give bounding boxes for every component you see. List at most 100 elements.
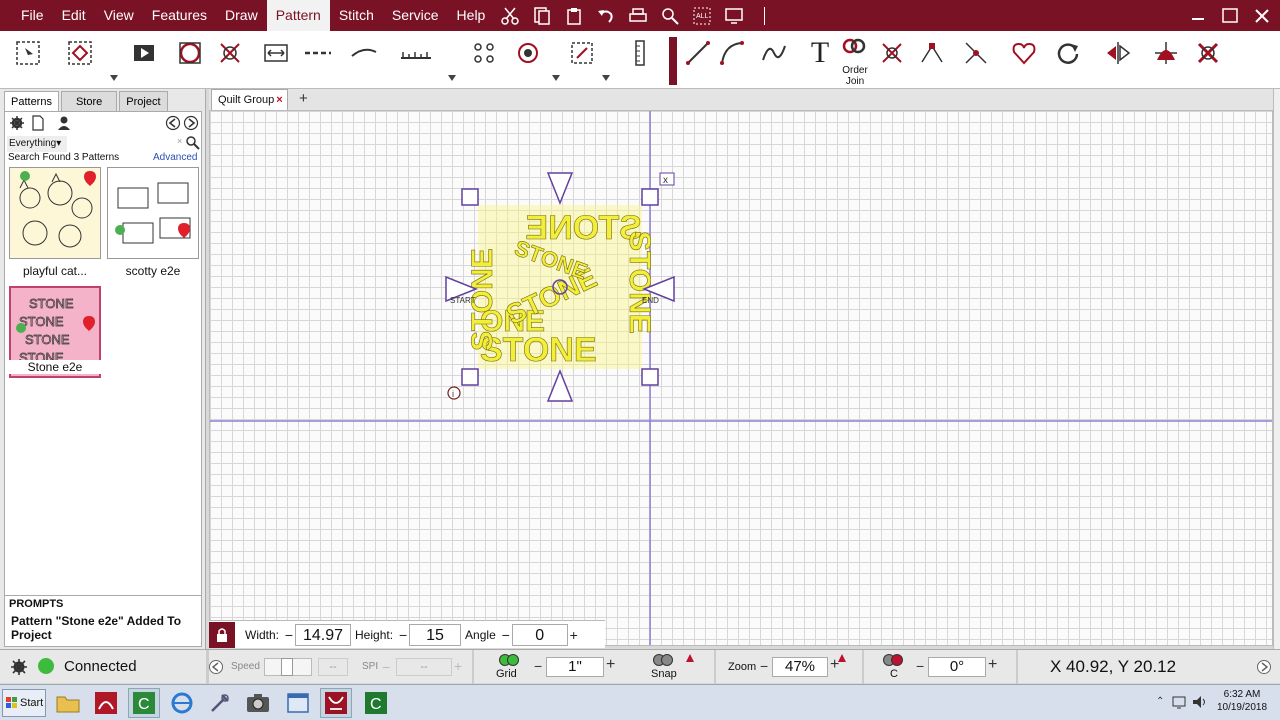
angle-decrease-button[interactable]: − (500, 627, 512, 643)
window-icon[interactable] (282, 688, 314, 718)
node-edit-icon[interactable] (914, 35, 950, 71)
split-icon[interactable] (958, 35, 994, 71)
dropdown-arrow-icon[interactable] (602, 75, 610, 81)
order-join-icon[interactable] (836, 31, 872, 61)
bell-shape-icon[interactable] (1148, 35, 1184, 71)
tab-quilt-group[interactable]: Quilt Group × (211, 89, 288, 110)
spi-decrease-button[interactable]: − (382, 659, 390, 675)
filter-select[interactable]: Everything▾ (7, 136, 67, 152)
network-icon[interactable] (1172, 695, 1188, 709)
camera-icon[interactable] (242, 688, 274, 718)
undo-icon[interactable] (592, 2, 620, 30)
height-field[interactable]: 15 (409, 623, 462, 646)
collapse-left-icon[interactable] (208, 659, 224, 675)
grid-icon[interactable] (498, 653, 520, 667)
search-input[interactable] (69, 136, 179, 152)
menu-stitch[interactable]: Stitch (330, 0, 383, 31)
spi-increase-button[interactable]: + (454, 658, 462, 674)
width-field[interactable]: 14.97 (295, 623, 352, 646)
convert-icon[interactable] (874, 35, 910, 71)
start-button[interactable]: Start (2, 689, 46, 717)
play-sequence-icon[interactable] (126, 35, 162, 71)
rotate-icon[interactable] (1050, 35, 1086, 71)
rotation-increase-button[interactable]: + (988, 656, 997, 674)
recorder-app-icon[interactable]: C (128, 688, 160, 718)
advanced-link[interactable]: Advanced (153, 152, 197, 163)
mirror-pattern-icon[interactable] (212, 35, 248, 71)
user-icon[interactable] (57, 115, 75, 131)
wreath-pattern-icon[interactable] (510, 35, 546, 71)
tray-expand-icon[interactable]: ⌃ (1156, 696, 1164, 707)
rotation-field[interactable]: 0° (928, 657, 986, 677)
select-tool-icon[interactable] (10, 35, 46, 71)
repeat-pattern-icon[interactable] (466, 35, 502, 71)
select-pattern-icon[interactable] (62, 35, 98, 71)
snap-icon[interactable] (652, 653, 674, 667)
grid-size-field[interactable]: 1" (546, 657, 604, 677)
close-window-button[interactable] (1246, 0, 1278, 31)
lock-icon[interactable] (209, 621, 235, 648)
dropdown-arrow-icon[interactable] (110, 75, 118, 81)
tools-icon[interactable] (204, 688, 236, 718)
gear-icon[interactable] (9, 115, 25, 131)
menu-view[interactable]: View (95, 0, 143, 31)
print-icon[interactable] (624, 2, 652, 30)
dashed-line-icon[interactable] (300, 35, 336, 71)
clear-search-icon[interactable]: × (177, 136, 182, 146)
copy-icon[interactable] (528, 2, 556, 30)
rotation-icon[interactable] (882, 653, 904, 667)
quilting-app-active-icon[interactable] (320, 688, 352, 718)
tab-store[interactable]: Store (60, 91, 118, 111)
refresh-pattern-icon[interactable] (172, 35, 208, 71)
angle-increase-button[interactable]: + (568, 627, 580, 643)
line-tool-icon[interactable] (680, 35, 716, 71)
tab-patterns[interactable]: Patterns (4, 91, 59, 111)
zoom-icon[interactable] (656, 2, 684, 30)
snap-up-icon[interactable] (686, 654, 694, 662)
speed-slider-thumb[interactable] (281, 658, 293, 676)
zoom-field[interactable]: 47% (772, 657, 828, 677)
stone-pattern[interactable]: STONE STONE ONE STONE STONE STONE STONE (466, 205, 656, 369)
zoom-all-icon[interactable]: ALL (688, 2, 716, 30)
new-document-icon[interactable] (31, 115, 45, 131)
height-decrease-button[interactable]: − (397, 627, 409, 643)
quilting-app-icon[interactable] (90, 688, 122, 718)
speed-slider[interactable] (264, 658, 312, 676)
internet-explorer-icon[interactable] (166, 688, 198, 718)
measure-icon[interactable] (622, 35, 658, 71)
settings-gear-icon[interactable] (10, 658, 28, 676)
grid-increase-button[interactable]: + (606, 656, 615, 674)
rotation-decrease-button[interactable]: − (916, 658, 924, 674)
file-explorer-icon[interactable] (52, 688, 84, 718)
angle-field[interactable]: 0 (511, 623, 568, 646)
info-icon[interactable] (447, 386, 461, 400)
menu-service[interactable]: Service (383, 0, 448, 31)
arc-tool-icon[interactable] (714, 35, 750, 71)
close-tab-icon[interactable]: × (276, 94, 282, 106)
camtasia-icon[interactable]: C (360, 688, 392, 718)
text-tool-icon[interactable]: T (802, 35, 838, 71)
dropdown-arrow-icon[interactable] (448, 75, 456, 81)
menu-pattern[interactable]: Pattern (266, 0, 330, 31)
flip-icon[interactable] (1100, 35, 1136, 71)
search-icon[interactable] (185, 135, 201, 151)
pattern-thumbnail-scotty[interactable] (107, 167, 199, 259)
paste-icon[interactable] (560, 2, 588, 30)
curve-line-icon[interactable] (346, 35, 382, 71)
zoom-decrease-button[interactable]: − (760, 658, 768, 674)
menu-draw[interactable]: Draw (216, 0, 267, 31)
menu-file[interactable]: File (12, 0, 53, 31)
maximize-button[interactable] (1214, 0, 1246, 31)
dropdown-arrow-icon[interactable] (552, 75, 560, 81)
delete-pattern-icon[interactable] (1190, 35, 1226, 71)
tab-project[interactable]: Project (119, 91, 168, 111)
cut-icon[interactable] (496, 2, 524, 30)
order-join-label[interactable]: Order Join (836, 65, 874, 87)
width-decrease-button[interactable]: − (283, 627, 295, 643)
forward-icon[interactable] (183, 115, 199, 131)
back-icon[interactable] (165, 115, 181, 131)
expand-right-icon[interactable] (1256, 659, 1272, 675)
clock[interactable]: 6:32 AM 10/19/2018 (1212, 688, 1272, 714)
menu-edit[interactable]: Edit (53, 0, 95, 31)
menu-help[interactable]: Help (448, 0, 495, 31)
